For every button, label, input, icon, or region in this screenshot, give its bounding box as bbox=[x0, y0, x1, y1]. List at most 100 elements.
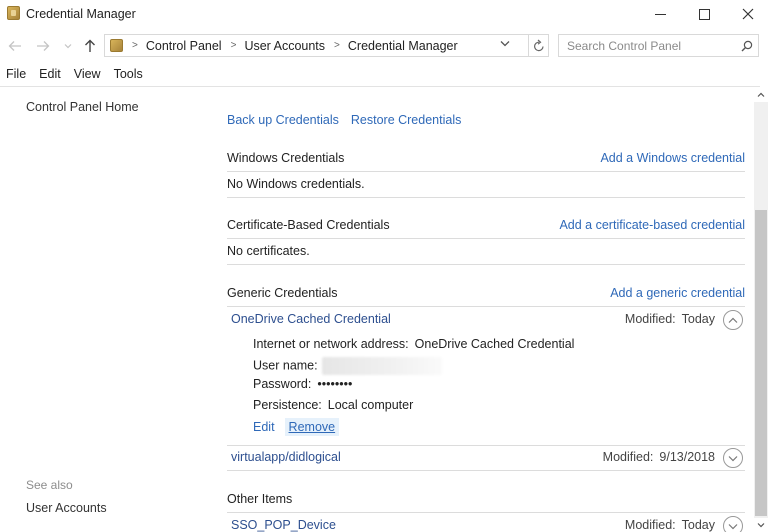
recent-locations-button[interactable] bbox=[61, 35, 75, 57]
navigation-bar: > Control Panel > User Accounts > Creden… bbox=[0, 32, 768, 60]
chevron-down-icon bbox=[64, 44, 72, 49]
persistence-value: Local computer bbox=[327, 398, 414, 412]
credential-name[interactable]: SSO_POP_Device bbox=[231, 518, 336, 532]
chevron-down-icon bbox=[757, 523, 765, 528]
control-panel-home-link[interactable]: Control Panel Home bbox=[26, 100, 139, 114]
address-bar[interactable]: > Control Panel > User Accounts > Creden… bbox=[104, 34, 529, 57]
certificate-credentials-header: Certificate-Based Credentials Add a cert… bbox=[227, 213, 745, 239]
credential-name[interactable]: OneDrive Cached Credential bbox=[231, 312, 391, 326]
breadcrumb-credential-manager[interactable]: Credential Manager bbox=[348, 39, 458, 53]
see-also-label: See also bbox=[26, 478, 73, 492]
empty-message: No Windows credentials. bbox=[227, 177, 365, 191]
detail-password: Password: •••••••• bbox=[253, 377, 352, 391]
address-value: OneDrive Cached Credential bbox=[414, 337, 575, 351]
scroll-up-button[interactable] bbox=[754, 88, 768, 102]
windows-credentials-empty-row: No Windows credentials. bbox=[227, 172, 745, 198]
search-icon[interactable] bbox=[736, 40, 758, 52]
address-label: Internet or network address: bbox=[253, 337, 409, 351]
empty-message: No certificates. bbox=[227, 244, 310, 258]
main-content: Back up Credentials Restore Credentials … bbox=[227, 88, 745, 532]
section-title: Generic Credentials bbox=[227, 286, 338, 300]
section-title: Other Items bbox=[227, 492, 293, 506]
detail-address: Internet or network address: OneDrive Cac… bbox=[253, 337, 574, 351]
arrow-up-icon bbox=[85, 39, 95, 52]
arrow-left-icon bbox=[8, 41, 21, 51]
other-items-header: Other Items bbox=[227, 487, 745, 513]
vertical-scrollbar[interactable] bbox=[754, 88, 768, 532]
menu-file[interactable]: File bbox=[0, 67, 33, 81]
refresh-button[interactable] bbox=[529, 34, 549, 57]
close-icon bbox=[742, 8, 754, 20]
user-accounts-link[interactable]: User Accounts bbox=[26, 501, 107, 515]
breadcrumb-user-accounts[interactable]: User Accounts bbox=[244, 39, 325, 53]
refresh-icon bbox=[533, 39, 544, 52]
credential-name[interactable]: virtualapp/didlogical bbox=[231, 450, 341, 464]
backup-restore-links: Back up Credentials Restore Credentials bbox=[227, 113, 461, 127]
expand-button[interactable] bbox=[723, 448, 743, 468]
credential-item-onedrive[interactable]: OneDrive Cached Credential Modified: Toda… bbox=[227, 307, 745, 333]
title-bar: Credential Manager bbox=[0, 0, 768, 30]
modified-label: Modified: bbox=[602, 450, 654, 464]
maximize-icon bbox=[698, 8, 710, 20]
credential-modified: Modified: Today bbox=[625, 518, 715, 532]
window-title: Credential Manager bbox=[26, 7, 136, 21]
credential-modified: Modified: 9/13/2018 bbox=[603, 450, 715, 464]
detail-persistence: Persistence: Local computer bbox=[253, 398, 413, 412]
forward-button[interactable] bbox=[33, 35, 53, 57]
chevron-down-icon bbox=[500, 41, 510, 47]
search-input[interactable] bbox=[559, 38, 736, 53]
credential-manager-icon bbox=[7, 6, 20, 20]
arrow-right-icon bbox=[37, 41, 50, 51]
generic-credentials-header: Generic Credentials Add a generic creden… bbox=[227, 281, 745, 307]
breadcrumb-control-panel[interactable]: Control Panel bbox=[146, 39, 222, 53]
credential-item-sso-pop-device[interactable]: SSO_POP_Device Modified: Today bbox=[227, 513, 745, 532]
edit-link[interactable]: Edit bbox=[253, 420, 275, 434]
add-certificate-credential-link[interactable]: Add a certificate-based credential bbox=[559, 218, 745, 232]
section-title: Windows Credentials bbox=[227, 151, 345, 165]
credential-modified: Modified: Today bbox=[625, 312, 715, 326]
minimize-icon bbox=[654, 13, 666, 15]
address-dropdown-button[interactable] bbox=[500, 38, 510, 50]
left-navigation-pane: Control Panel Home See also User Account… bbox=[0, 88, 212, 532]
modified-value: 9/13/2018 bbox=[659, 450, 715, 464]
restore-credentials-link[interactable]: Restore Credentials bbox=[351, 113, 461, 127]
windows-credentials-header: Windows Credentials Add a Windows creden… bbox=[227, 146, 745, 172]
menu-divider bbox=[0, 86, 760, 87]
credential-details: Internet or network address: OneDrive Cac… bbox=[253, 334, 733, 438]
back-up-credentials-link[interactable]: Back up Credentials bbox=[227, 113, 339, 127]
menu-tools[interactable]: Tools bbox=[108, 67, 150, 81]
add-generic-credential-link[interactable]: Add a generic credential bbox=[610, 286, 745, 300]
menu-edit[interactable]: Edit bbox=[33, 67, 68, 81]
username-value-redacted bbox=[321, 357, 442, 375]
certificate-credentials-empty-row: No certificates. bbox=[227, 239, 745, 265]
password-label: Password: bbox=[253, 377, 312, 391]
credential-item-virtualapp[interactable]: virtualapp/didlogical Modified: 9/13/2018 bbox=[227, 445, 745, 471]
collapse-button[interactable] bbox=[723, 310, 743, 330]
persistence-label: Persistence: bbox=[253, 398, 322, 412]
expand-button[interactable] bbox=[723, 516, 743, 532]
username-label: User name: bbox=[253, 358, 318, 373]
password-value: •••••••• bbox=[317, 377, 353, 391]
detail-username: User name: bbox=[253, 357, 442, 375]
scroll-down-button[interactable] bbox=[754, 518, 768, 532]
section-title: Certificate-Based Credentials bbox=[227, 218, 390, 232]
chevron-down-icon bbox=[728, 455, 738, 461]
maximize-button[interactable] bbox=[681, 0, 727, 28]
chevron-up-icon bbox=[728, 317, 738, 323]
chevron-up-icon bbox=[757, 92, 765, 97]
chevron-down-icon bbox=[728, 523, 738, 529]
back-button[interactable] bbox=[5, 35, 25, 57]
modified-label: Modified: bbox=[624, 518, 676, 532]
menu-view[interactable]: View bbox=[68, 67, 108, 81]
credential-actions: Edit Remove bbox=[253, 418, 340, 436]
scroll-thumb[interactable] bbox=[755, 210, 767, 516]
up-button[interactable] bbox=[80, 35, 100, 57]
add-windows-credential-link[interactable]: Add a Windows credential bbox=[600, 151, 745, 165]
minimize-button[interactable] bbox=[637, 0, 683, 28]
close-button[interactable] bbox=[725, 0, 768, 28]
modified-value: Today bbox=[681, 312, 715, 326]
remove-link[interactable]: Remove bbox=[284, 418, 340, 436]
search-box[interactable] bbox=[558, 34, 759, 57]
breadcrumb-separator-icon: > bbox=[230, 40, 237, 51]
modified-label: Modified: bbox=[624, 312, 676, 326]
